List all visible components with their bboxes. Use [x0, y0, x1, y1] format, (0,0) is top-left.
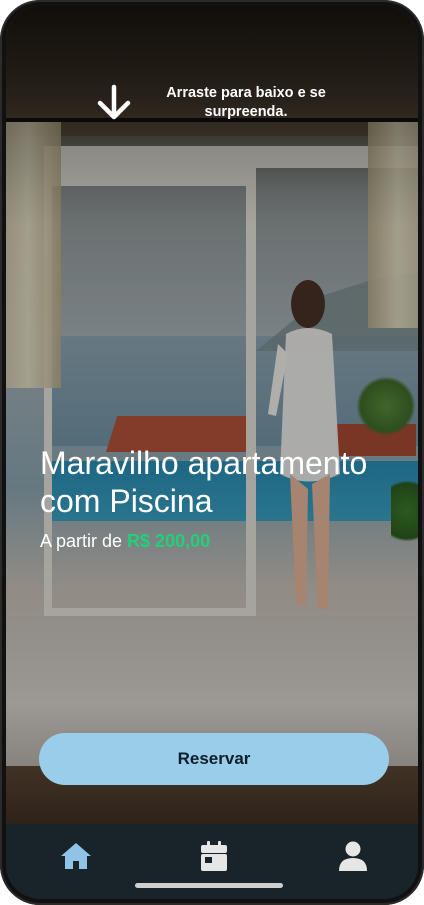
- tab-calendar[interactable]: [196, 838, 232, 874]
- listing-title: Maravilho apartamento com Piscina: [40, 445, 368, 519]
- tab-home[interactable]: [58, 838, 94, 874]
- price-prefix: A partir de: [40, 531, 128, 551]
- reserve-button[interactable]: Reservar: [39, 733, 389, 785]
- listing-info: Maravilho apartamento com Piscina A part…: [40, 444, 400, 552]
- calendar-icon: [201, 841, 227, 871]
- user-icon: [339, 841, 367, 871]
- listing-price: R$ 200,00: [127, 531, 211, 551]
- home-icon: [61, 843, 91, 869]
- pull-down-hint: Arraste para baixo e se surpreenda.: [94, 78, 354, 128]
- tab-profile[interactable]: [335, 838, 371, 874]
- arrow-down-icon: [97, 84, 131, 120]
- price-line: A partir de R$ 200,00: [40, 530, 400, 552]
- hero-background-image: [6, 6, 418, 836]
- phone-frame: Arraste para baixo e se surpreenda. Mara…: [0, 0, 424, 905]
- app-screen: Arraste para baixo e se surpreenda. Mara…: [6, 6, 418, 899]
- home-indicator[interactable]: [135, 883, 283, 888]
- pull-down-hint-text: Arraste para baixo e se surpreenda.: [166, 85, 326, 120]
